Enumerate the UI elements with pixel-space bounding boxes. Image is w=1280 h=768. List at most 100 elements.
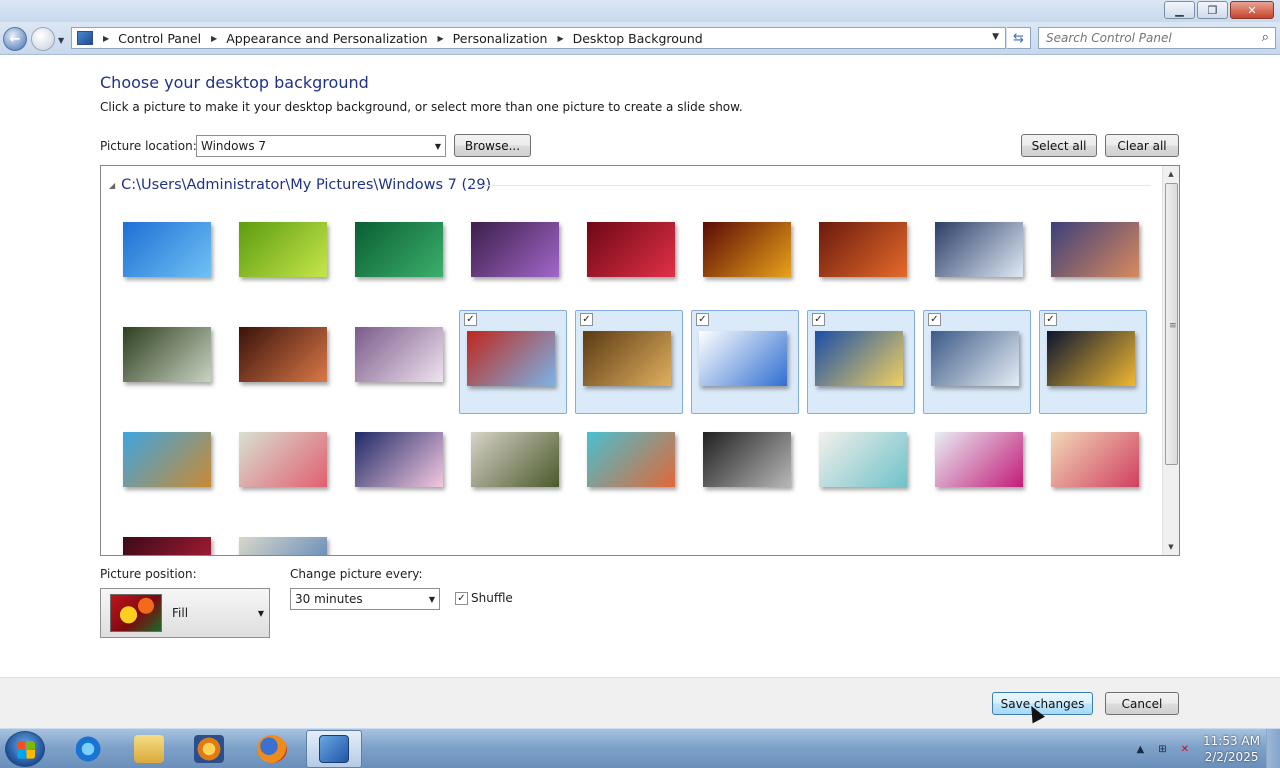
collapse-triangle-icon[interactable]: ◢ <box>109 181 115 190</box>
taskbar-app-media-player[interactable] <box>181 730 237 768</box>
group-divider <box>471 185 1151 186</box>
wallpaper-thumbnail-whimsical-town[interactable] <box>575 416 683 520</box>
back-button[interactable]: ← <box>3 27 27 51</box>
wallpaper-thumbnail-cartoon-face[interactable] <box>343 416 451 520</box>
title-bar: ▁ ❐ ✕ <box>0 0 1280 22</box>
wallpaper-thumbnail-gray-creatures[interactable] <box>691 416 799 520</box>
minimize-button[interactable]: ▁ <box>1164 1 1195 19</box>
breadcrumb-item-control-panel[interactable]: Control Panel <box>118 31 201 46</box>
wallpaper-thumbnail-dotted-facade[interactable]: ✓ <box>923 310 1031 414</box>
wallpaper-thumbnail-rock-arch[interactable] <box>227 311 335 415</box>
forward-button[interactable] <box>31 27 55 51</box>
wallpaper-thumbnail-windows-logo[interactable] <box>111 206 219 310</box>
network-icon[interactable]: ⊞ <box>1158 744 1166 755</box>
thumbnail-checkbox[interactable]: ✓ <box>812 313 825 326</box>
minimize-icon: ▁ <box>1175 3 1184 17</box>
thumbnail-checkbox[interactable]: ✓ <box>464 313 477 326</box>
wallpaper-thumbnail-waterfall[interactable] <box>111 311 219 415</box>
thumbnail-image-flying-island <box>123 432 211 487</box>
change-interval-value: 30 minutes <box>295 592 363 606</box>
taskbar-app-control-panel[interactable] <box>306 730 362 768</box>
select-all-button[interactable]: Select all <box>1021 134 1097 157</box>
chevron-down-icon: ▼ <box>434 142 441 151</box>
wallpaper-thumbnail-fantasy-bloom[interactable] <box>1039 416 1147 520</box>
picture-position-select[interactable]: Fill ▼ <box>100 588 270 638</box>
clock-time: 11:53 AM <box>1203 734 1260 748</box>
thumbnail-image-blue-flowers <box>239 537 327 555</box>
breadcrumb-separator-icon[interactable]: ▶ <box>557 34 563 43</box>
breadcrumb-separator-icon[interactable]: ▶ <box>103 34 109 43</box>
taskbar-app-file-explorer[interactable] <box>121 730 177 768</box>
control-panel-icon <box>319 735 349 763</box>
breadcrumb: ▶ Control Panel ▶ Appearance and Persona… <box>93 31 703 46</box>
breadcrumb-item-personalization[interactable]: Personalization <box>453 31 548 46</box>
browse-button[interactable]: Browse... <box>454 134 531 157</box>
wallpaper-thumbnail-autumn-leaves[interactable] <box>691 206 799 310</box>
address-dropdown-icon[interactable]: ▼ <box>992 32 999 42</box>
wallpaper-thumbnail-robot-figure[interactable] <box>459 416 567 520</box>
taskbar-app-firefox[interactable] <box>244 730 300 768</box>
volume-muted-icon[interactable]: ✕ <box>1181 744 1189 755</box>
wallpaper-thumbnail-crystal-flowers[interactable] <box>923 416 1031 520</box>
wallpaper-thumbnail-rocky-coast[interactable] <box>1039 206 1147 310</box>
wallpaper-thumbnail-blue-flowers[interactable] <box>227 521 335 555</box>
wallpaper-thumbnail-dark-bloom[interactable] <box>111 521 219 555</box>
search-box[interactable]: ⌕ <box>1038 27 1276 49</box>
maximize-button[interactable]: ❐ <box>1197 1 1228 19</box>
recent-pages-dropdown-icon[interactable]: ▼ <box>58 36 64 45</box>
breadcrumb-separator-icon[interactable]: ▶ <box>438 34 444 43</box>
wallpaper-thumbnail-bridge-night[interactable]: ✓ <box>1039 310 1147 414</box>
taskbar-app-internet-explorer[interactable] <box>60 730 116 768</box>
wallpaper-thumbnail-green-plant[interactable] <box>343 206 451 310</box>
wallpaper-gallery[interactable]: ◢ C:\Users\Administrator\My Pictures\Win… <box>100 165 1180 556</box>
gallery-group-header[interactable]: ◢ C:\Users\Administrator\My Pictures\Win… <box>109 177 491 193</box>
thumbnail-checkbox[interactable]: ✓ <box>580 313 593 326</box>
thumbnail-image-rocky-coast <box>1051 222 1139 277</box>
wallpaper-thumbnail-purple-thistle[interactable] <box>459 206 567 310</box>
wallpaper-thumbnail-green-leaves[interactable] <box>227 206 335 310</box>
thumbnail-image-robot-figure <box>471 432 559 487</box>
search-input[interactable] <box>1039 28 1249 48</box>
change-interval-select[interactable]: 30 minutes ▼ <box>290 588 440 610</box>
thumbnail-image-wood-curves <box>583 331 671 386</box>
scroll-up-icon[interactable]: ▲ <box>1163 166 1179 182</box>
cancel-button[interactable]: Cancel <box>1105 692 1179 715</box>
wallpaper-thumbnail-glass-roof[interactable]: ✓ <box>807 310 915 414</box>
breadcrumb-separator-icon[interactable]: ▶ <box>211 34 217 43</box>
scrollbar-thumb[interactable]: ≡ <box>1165 183 1178 465</box>
thumbnail-checkbox[interactable]: ✓ <box>1044 313 1057 326</box>
wallpaper-thumbnail-flying-island[interactable] <box>111 416 219 520</box>
wallpaper-thumbnail-red-dahlia[interactable] <box>575 206 683 310</box>
thumbnail-image-white-building <box>699 331 787 386</box>
wallpaper-thumbnail-tower-sunset[interactable]: ✓ <box>459 310 567 414</box>
thumbnail-checkbox[interactable]: ✓ <box>928 313 941 326</box>
thumbnail-image-fantasy-bloom <box>1051 432 1139 487</box>
show-desktop-button[interactable] <box>1266 729 1280 768</box>
close-button[interactable]: ✕ <box>1230 1 1274 19</box>
position-preview-thumbnail <box>110 594 162 632</box>
wallpaper-thumbnail-floral-art[interactable] <box>227 416 335 520</box>
vertical-scrollbar[interactable]: ▲ ≡ ▼ <box>1162 166 1179 555</box>
clear-all-button[interactable]: Clear all <box>1105 134 1179 157</box>
wallpaper-thumbnail-white-building[interactable]: ✓ <box>691 310 799 414</box>
wallpaper-thumbnail-pastel-tree[interactable] <box>807 416 915 520</box>
shuffle-label[interactable]: Shuffle <box>471 591 513 605</box>
thumbnail-checkbox[interactable]: ✓ <box>696 313 709 326</box>
breadcrumb-item-desktop-background[interactable]: Desktop Background <box>573 31 703 46</box>
wallpaper-thumbnail-ice-lake[interactable] <box>923 206 1031 310</box>
thumbnail-image-cartoon-face <box>355 432 443 487</box>
thumbnail-image-green-plant <box>355 222 443 277</box>
scroll-down-icon[interactable]: ▼ <box>1163 539 1179 555</box>
wallpaper-thumbnail-wood-curves[interactable]: ✓ <box>575 310 683 414</box>
clock[interactable]: 11:53 AM 2/2/2025 <box>1203 733 1260 765</box>
breadcrumb-item-appearance[interactable]: Appearance and Personalization <box>226 31 427 46</box>
address-bar[interactable]: ▶ Control Panel ▶ Appearance and Persona… <box>71 27 1006 49</box>
shuffle-checkbox[interactable]: ✓ <box>455 592 468 605</box>
show-hidden-icons-icon[interactable]: ▲ <box>1137 744 1145 755</box>
wallpaper-thumbnail-lavender-field[interactable] <box>343 311 451 415</box>
refresh-button[interactable]: ⇆ <box>1007 27 1031 49</box>
search-icon[interactable]: ⌕ <box>1262 30 1269 45</box>
start-button[interactable] <box>5 731 45 767</box>
wallpaper-thumbnail-canyon[interactable] <box>807 206 915 310</box>
picture-location-select[interactable]: Windows 7 ▼ <box>196 135 446 157</box>
